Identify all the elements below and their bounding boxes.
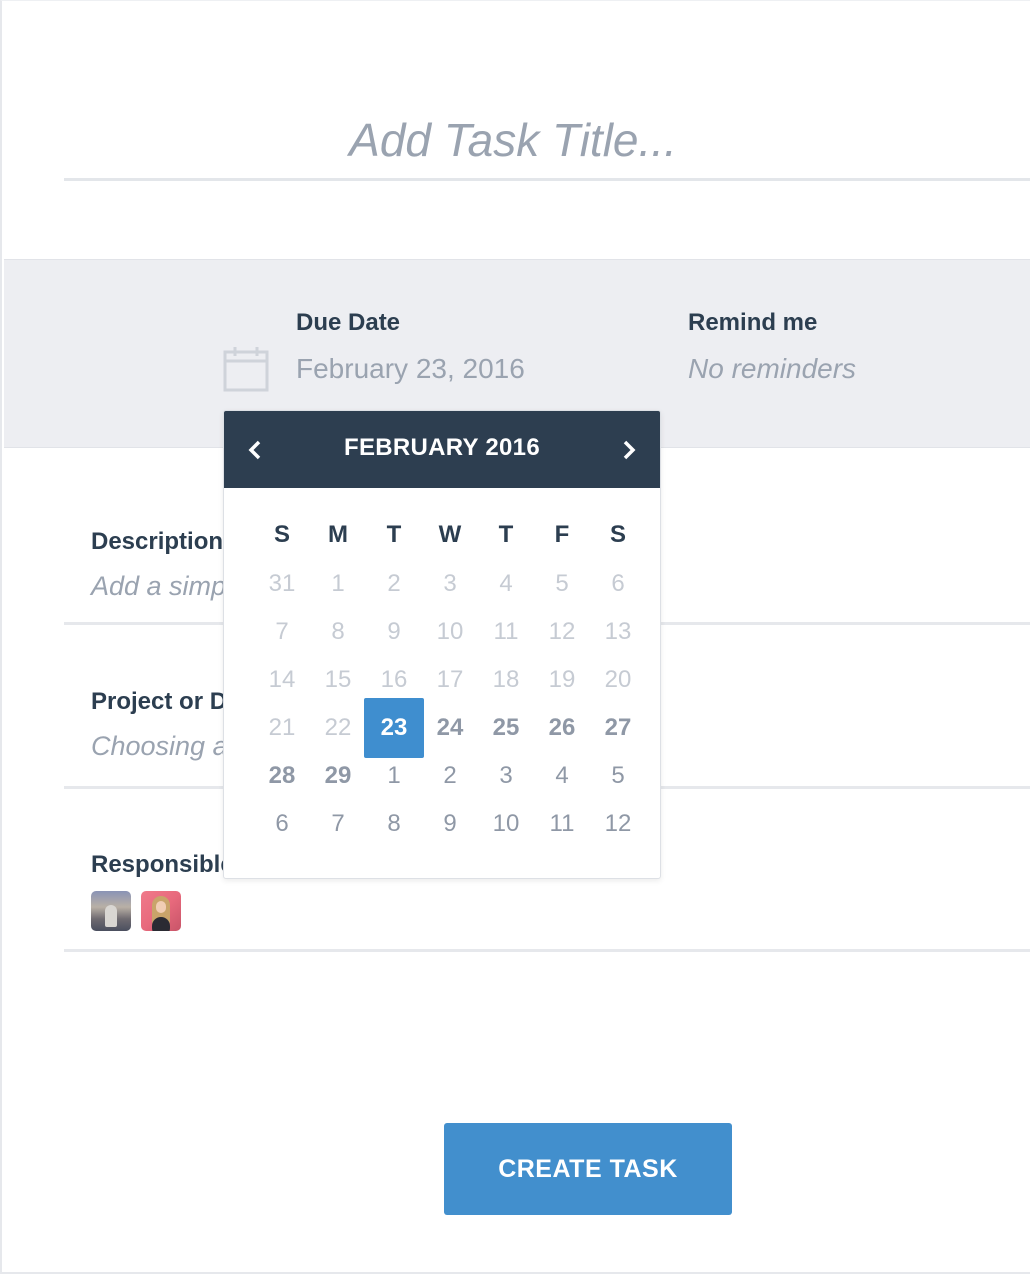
calendar-day[interactable]: 12 xyxy=(590,801,646,847)
calendar-day[interactable]: 18 xyxy=(478,657,534,703)
calendar-day[interactable]: 16 xyxy=(366,657,422,703)
calendar-day[interactable]: 19 xyxy=(534,657,590,703)
remind-me-value[interactable]: No reminders xyxy=(688,353,856,385)
calendar-day[interactable]: 6 xyxy=(254,801,310,847)
calendar-day[interactable]: 9 xyxy=(422,801,478,847)
calendar-day[interactable]: 8 xyxy=(310,609,366,655)
calendar-day[interactable]: 21 xyxy=(254,705,310,751)
calendar-day[interactable]: 31 xyxy=(254,561,310,607)
calendar-day[interactable]: 3 xyxy=(478,753,534,799)
calendar-day[interactable]: 29 xyxy=(310,753,366,799)
calendar-day[interactable]: 3 xyxy=(422,561,478,607)
calendar-day[interactable]: 24 xyxy=(422,705,478,751)
calendar-day[interactable]: 27 xyxy=(590,705,646,751)
calendar-day[interactable]: 22 xyxy=(310,705,366,751)
description-label: Description xyxy=(91,528,224,555)
description-input[interactable]: Add a simp xyxy=(91,571,226,602)
calendar-day-selected[interactable]: 23 xyxy=(364,698,424,758)
calendar-day[interactable]: 15 xyxy=(310,657,366,703)
calendar-day[interactable]: 4 xyxy=(478,561,534,607)
calendar-day[interactable]: 26 xyxy=(534,705,590,751)
calendar-day[interactable]: 11 xyxy=(534,801,590,847)
weekday-header: M xyxy=(328,521,348,548)
calendar-day[interactable]: 10 xyxy=(422,609,478,655)
calendar-day[interactable]: 2 xyxy=(366,561,422,607)
calendar-day[interactable]: 25 xyxy=(478,705,534,751)
date-picker-header: FEBRUARY 2016 xyxy=(224,411,660,488)
calendar-day[interactable]: 28 xyxy=(254,753,310,799)
weekday-header: T xyxy=(498,521,514,548)
calendar-day[interactable]: 12 xyxy=(534,609,590,655)
calendar-day[interactable]: 11 xyxy=(478,609,534,655)
weekday-header: T xyxy=(386,521,402,548)
calendar-day[interactable]: 7 xyxy=(254,609,310,655)
responsible-label: Responsible xyxy=(91,851,234,878)
project-select[interactable]: Choosing a xyxy=(91,731,228,762)
calendar-day[interactable]: 4 xyxy=(534,753,590,799)
calendar-day[interactable]: 1 xyxy=(310,561,366,607)
chevron-right-icon[interactable] xyxy=(614,435,644,465)
date-picker-popover: FEBRUARY 2016 S M T W T F S 31 1 2 3 4 5 6 7 8 9 10 11 12 13… xyxy=(223,410,661,879)
create-task-panel: Due Date February 23, 2016 Remind me No … xyxy=(0,0,1030,1274)
calendar-day[interactable]: 8 xyxy=(366,801,422,847)
calendar-icon xyxy=(223,347,269,392)
calendar-day[interactable]: 9 xyxy=(366,609,422,655)
due-date-value[interactable]: February 23, 2016 xyxy=(296,353,525,385)
calendar-day[interactable]: 6 xyxy=(590,561,646,607)
task-title-input[interactable] xyxy=(64,101,1030,181)
user-avatar[interactable] xyxy=(141,891,181,931)
weekday-header: S xyxy=(273,521,290,548)
due-date-label: Due Date xyxy=(296,309,401,336)
calendar-day[interactable]: 20 xyxy=(590,657,646,703)
month-label: FEBRUARY 2016 xyxy=(344,434,540,461)
weekday-header: F xyxy=(554,521,570,548)
calendar-day[interactable]: 5 xyxy=(590,753,646,799)
calendar-day[interactable]: 1 xyxy=(366,753,422,799)
calendar-day[interactable]: 2 xyxy=(422,753,478,799)
calendar-day[interactable]: 13 xyxy=(590,609,646,655)
weekday-header: S xyxy=(609,521,626,548)
calendar-day[interactable]: 14 xyxy=(254,657,310,703)
project-label: Project or D xyxy=(91,688,228,715)
calendar-day[interactable]: 5 xyxy=(534,561,590,607)
create-task-button[interactable]: CREATE TASK xyxy=(444,1123,732,1215)
calendar-day[interactable]: 17 xyxy=(422,657,478,703)
user-avatar[interactable] xyxy=(91,891,131,931)
weekday-header: W xyxy=(438,521,462,548)
calendar-day[interactable]: 10 xyxy=(478,801,534,847)
calendar-day[interactable]: 7 xyxy=(310,801,366,847)
remind-me-label: Remind me xyxy=(688,309,818,336)
